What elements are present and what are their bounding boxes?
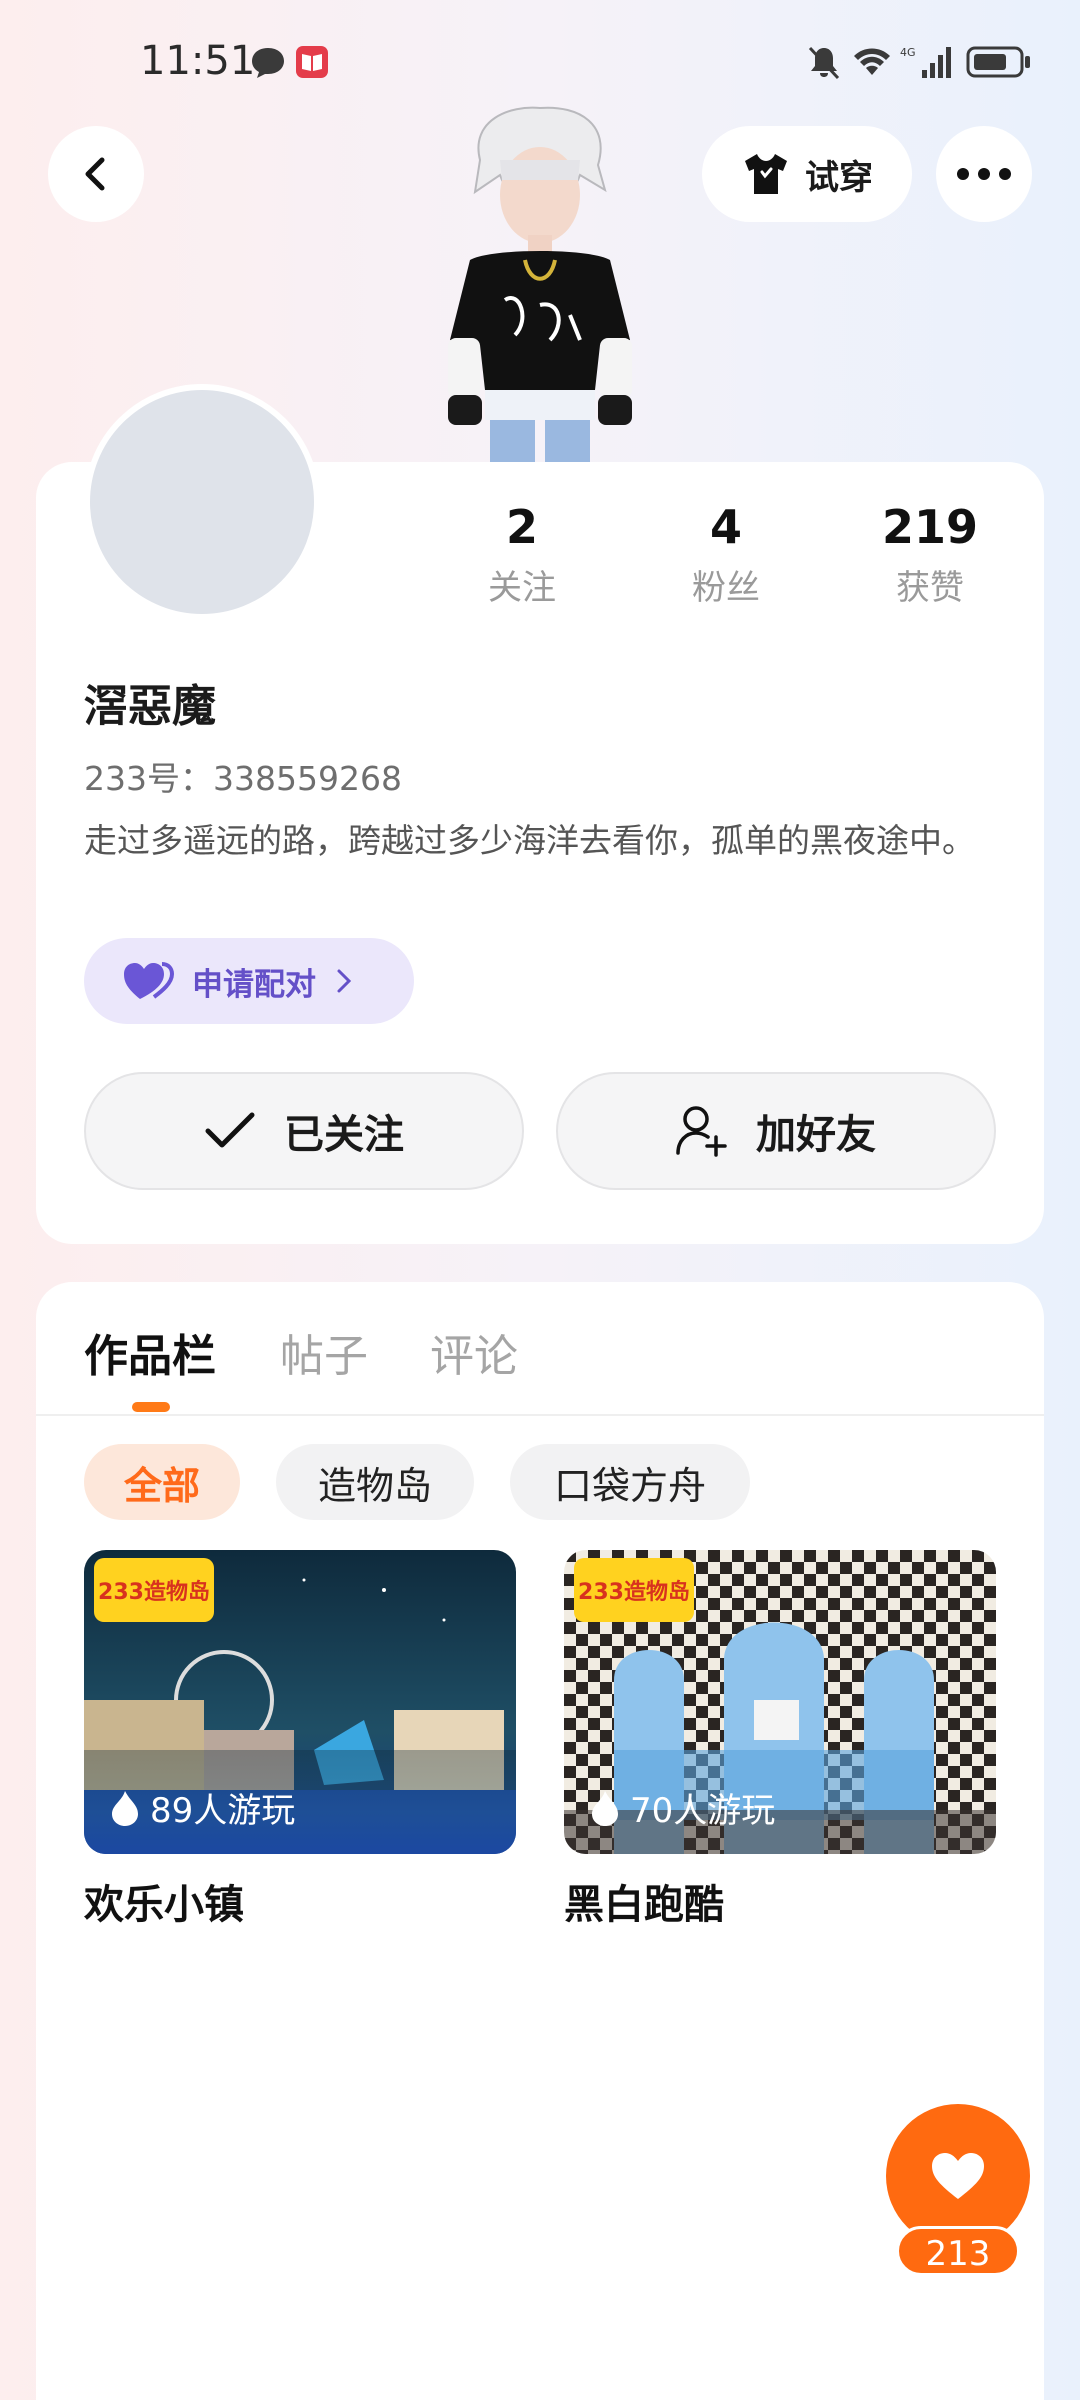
tab-posts[interactable]: 帖子 — [280, 1320, 368, 1384]
chevron-right-icon — [337, 969, 352, 993]
username: 滘惡魔 — [84, 681, 216, 732]
filter-creation-island[interactable]: 造物岛 — [276, 1444, 474, 1520]
game-title[interactable]: 黑白跑酷 — [564, 1872, 724, 1930]
stat-likes[interactable]: 219 获赞 — [830, 500, 1030, 609]
back-arrow-icon — [85, 157, 105, 191]
try-on-button[interactable]: 试穿 — [702, 126, 912, 222]
status-time: 11:51 — [140, 38, 256, 84]
play-count: 89人游玩 — [110, 1783, 295, 1832]
flame-icon — [112, 1790, 138, 1826]
followed-button[interactable]: 已关注 — [84, 1072, 524, 1190]
back-button[interactable] — [48, 126, 144, 222]
play-count-text: 70人游玩 — [630, 1791, 776, 1831]
signal-icon: 4G — [900, 46, 951, 78]
fans-count: 4 — [709, 500, 742, 554]
apply-pair-label: 申请配对 — [192, 966, 316, 1003]
check-icon — [205, 1112, 255, 1148]
more-button[interactable] — [936, 126, 1032, 222]
tab-indicator — [132, 1402, 170, 1412]
following-count: 2 — [505, 500, 538, 554]
avatar-3d-figure — [448, 106, 632, 462]
add-user-icon — [676, 1106, 727, 1157]
svg-text:4G: 4G — [900, 46, 916, 59]
message-icon — [252, 48, 284, 78]
filter-all[interactable]: 全部 — [84, 1444, 240, 1520]
tabs-divider — [36, 1414, 1044, 1416]
stat-fans[interactable]: 4 粉丝 — [626, 500, 826, 609]
game-card-happy-town[interactable]: 233造物岛 89人游玩 — [84, 1550, 516, 1854]
battery-icon — [966, 46, 1030, 78]
fans-label: 粉丝 — [692, 568, 760, 608]
tab-comments[interactable]: 评论 — [430, 1320, 518, 1384]
following-label: 关注 — [488, 568, 556, 608]
flame-icon — [592, 1790, 618, 1826]
tab-works[interactable]: 作品栏 — [84, 1320, 216, 1384]
like-count: 213 — [896, 2226, 1020, 2276]
game-title[interactable]: 欢乐小镇 — [84, 1872, 244, 1930]
likes-count: 219 — [881, 500, 979, 554]
game-card-bw-parkour[interactable]: 233造物岛 70人游玩 — [564, 1550, 996, 1854]
more-dots-icon — [957, 168, 1011, 180]
book-app-icon — [296, 46, 328, 78]
add-friend-label: 加好友 — [756, 1112, 876, 1158]
creation-island-badge: 233造物岛 — [574, 1558, 694, 1622]
avatar[interactable] — [84, 384, 320, 620]
add-friend-button[interactable]: 加好友 — [556, 1072, 996, 1190]
tshirt-icon — [745, 154, 787, 194]
apply-pair-button[interactable]: 申请配对 — [84, 938, 414, 1024]
wifi-icon — [854, 48, 890, 75]
double-heart-icon — [124, 962, 174, 999]
try-on-label: 试穿 — [805, 157, 873, 198]
followed-label: 已关注 — [284, 1112, 404, 1158]
bio: 走过多遥远的路，跨越过多少海洋去看你，孤单的黑夜途中。 — [84, 821, 975, 860]
play-count-text: 89人游玩 — [150, 1791, 296, 1831]
user-id: 233号：338559268 — [84, 759, 402, 798]
creation-island-badge: 233造物岛 — [94, 1558, 214, 1622]
mute-bell-icon — [808, 46, 840, 80]
likes-label: 获赞 — [896, 568, 964, 608]
filter-pocket-ark[interactable]: 口袋方舟 — [510, 1444, 750, 1520]
play-count: 70人游玩 — [590, 1783, 775, 1832]
stat-following[interactable]: 2 关注 — [422, 500, 622, 609]
heart-icon — [932, 2153, 984, 2199]
